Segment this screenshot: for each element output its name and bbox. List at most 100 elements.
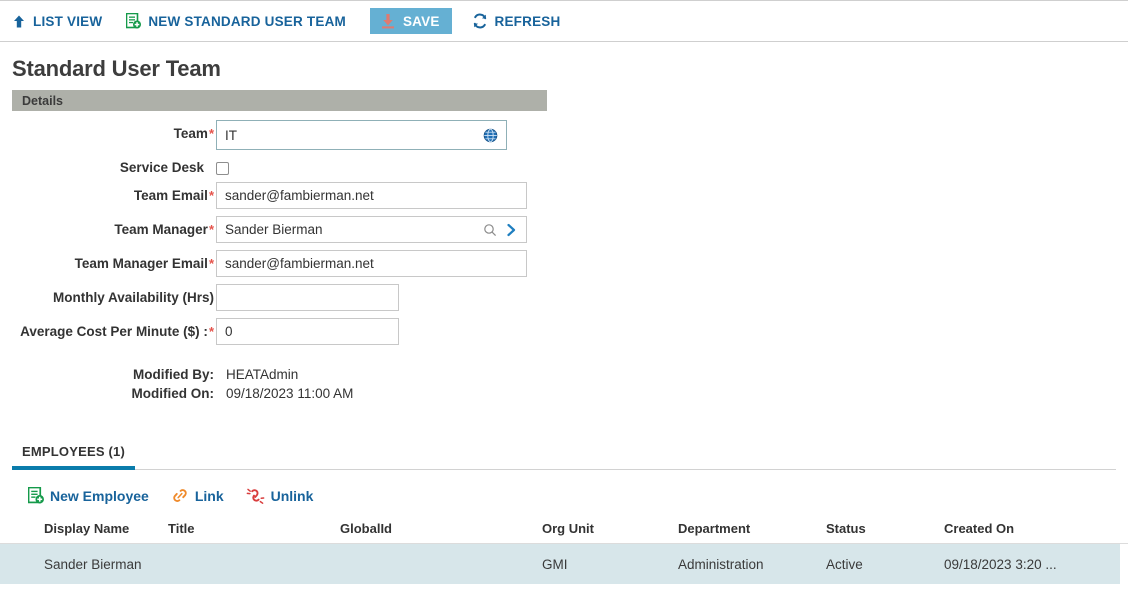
avg-cost-required-marker: * [208,324,214,339]
grid-header-row: Display Name Title GlobalId Org Unit Dep… [0,521,1128,544]
save-label: SAVE [402,13,440,29]
column-header-created-on[interactable]: Created On [940,521,1120,536]
team-field-wrap: IT [216,120,507,150]
arrow-up-icon [12,14,26,29]
cell-display-name: Sander Bierman [44,556,142,572]
chevron-right-icon[interactable] [506,216,517,243]
details-section-label: Details [22,93,63,108]
avg-cost-per-minute-input-value: 0 [225,324,233,339]
team-email-input-value: sander@fambierman.net [225,188,374,203]
new-employee-button[interactable]: New Employee [28,487,149,504]
column-header-display-name[interactable]: Display Name [0,521,164,536]
modified-on-row: Modified On: 09/18/2023 11:00 AM [0,386,1128,401]
team-label: Team* [0,120,214,141]
team-email-required-marker: * [208,188,214,203]
save-download-icon [380,13,396,29]
team-manager-input[interactable]: Sander Bierman [216,216,527,243]
tab-employees[interactable]: EMPLOYEES (1) [12,444,136,470]
unlink-icon [246,487,265,504]
field-row-monthly-availability: Monthly Availability (Hrs) [0,284,1128,311]
team-email-label: Team Email* [0,182,214,203]
column-header-status[interactable]: Status [822,521,940,536]
refresh-label: REFRESH [494,13,561,29]
team-email-input[interactable]: sander@fambierman.net [216,182,527,209]
column-header-title[interactable]: Title [164,521,336,536]
service-desk-label: Service Desk [0,157,214,175]
team-manager-label-text: Team Manager [114,222,208,237]
employees-toolbar: New Employee Link Unlink [28,487,1128,504]
link-label: Link [194,487,224,504]
field-row-team-manager: Team Manager* Sander Bierman [0,216,1128,243]
field-row-service-desk: Service Desk [0,157,1128,175]
list-view-button[interactable]: LIST VIEW [12,14,102,29]
list-view-label: LIST VIEW [33,13,103,29]
field-row-team: Team* IT [0,120,1128,150]
link-button[interactable]: Link [171,487,224,504]
service-desk-label-text: Service Desk [119,160,204,175]
avg-cost-per-minute-input[interactable]: 0 [216,318,399,345]
team-email-field-wrap: sander@fambierman.net [216,182,527,209]
team-input[interactable]: IT [216,120,507,150]
team-manager-required-marker: * [208,222,214,237]
team-email-label-text: Team Email [133,188,208,203]
cell-department: Administration [678,556,764,572]
service-desk-field-wrap [216,157,229,175]
unlink-button[interactable]: Unlink [246,487,314,504]
link-icon [171,487,189,504]
new-document-icon [28,487,44,504]
modified-by-label: Modified By: [133,367,214,382]
team-manager-input-value: Sander Bierman [225,222,323,237]
field-row-avg-cost-per-minute: Average Cost Per Minute ($) :* 0 [0,318,1128,345]
search-icon[interactable] [483,216,497,243]
team-manager-email-field-wrap: sander@fambierman.net [216,250,527,277]
details-form: Team* IT Service Desk Team Email* sander… [0,120,1128,345]
tab-employees-label: EMPLOYEES (1) [22,444,126,459]
cell-status: Active [826,556,863,572]
page-title: Standard User Team [12,56,221,81]
new-document-icon [126,13,142,29]
new-employee-label: New Employee [50,487,149,504]
team-required-marker: * [208,126,214,141]
team-manager-label: Team Manager* [0,216,214,237]
team-manager-email-input-value: sander@fambierman.net [225,256,374,271]
column-header-globalid[interactable]: GlobalId [336,521,538,536]
team-manager-field-wrap: Sander Bierman [216,216,527,243]
modified-on-value: 09/18/2023 11:00 AM [226,386,354,401]
team-manager-email-input[interactable]: sander@fambierman.net [216,250,527,277]
avg-cost-per-minute-field-wrap: 0 [216,318,399,345]
unlink-label: Unlink [270,487,314,504]
save-button[interactable]: SAVE [369,8,452,34]
globe-icon[interactable] [483,120,498,150]
monthly-availability-label-text: Monthly Availability (Hrs) [52,290,214,305]
details-section-header: Details [12,90,547,111]
table-row[interactable]: Sander Bierman GMI Administration Active… [0,544,1120,584]
team-manager-email-label: Team Manager Email* [0,250,214,271]
employees-grid: Display Name Title GlobalId Org Unit Dep… [0,521,1128,584]
main-toolbar: LIST VIEW NEW STANDARD USER TEAM SAVE RE… [0,0,1128,42]
cell-org-unit: GMI [542,556,568,572]
record-metadata: Modified By: HEATAdmin Modified On: 09/1… [0,367,1128,401]
avg-cost-per-minute-label: Average Cost Per Minute ($) :* [0,318,214,339]
new-standard-user-team-label: NEW STANDARD USER TEAM [148,13,346,29]
cell-created-on: 09/18/2023 3:20 ... [944,556,1057,572]
team-manager-email-label-text: Team Manager Email [74,256,208,271]
monthly-availability-label: Monthly Availability (Hrs) [0,284,214,305]
team-input-value: IT [225,127,237,143]
new-standard-user-team-button[interactable]: NEW STANDARD USER TEAM [126,13,346,29]
avg-cost-per-minute-label-text: Average Cost Per Minute ($) : [20,324,208,339]
modified-by-value: HEATAdmin [226,367,299,382]
monthly-availability-input[interactable] [216,284,399,311]
tab-bar: EMPLOYEES (1) [12,441,1116,470]
monthly-availability-field-wrap [216,284,399,311]
column-header-org-unit[interactable]: Org Unit [538,521,674,536]
field-row-team-email: Team Email* sander@fambierman.net [0,182,1128,209]
field-row-team-manager-email: Team Manager Email* sander@fambierman.ne… [0,250,1128,277]
service-desk-checkbox[interactable] [216,162,229,175]
team-manager-email-required-marker: * [208,256,214,271]
refresh-button[interactable]: REFRESH [472,13,561,29]
refresh-icon [472,13,488,29]
team-label-text: Team [173,126,208,141]
modified-by-row: Modified By: HEATAdmin [0,367,1128,382]
modified-on-label: Modified On: [131,386,214,401]
column-header-department[interactable]: Department [674,521,822,536]
